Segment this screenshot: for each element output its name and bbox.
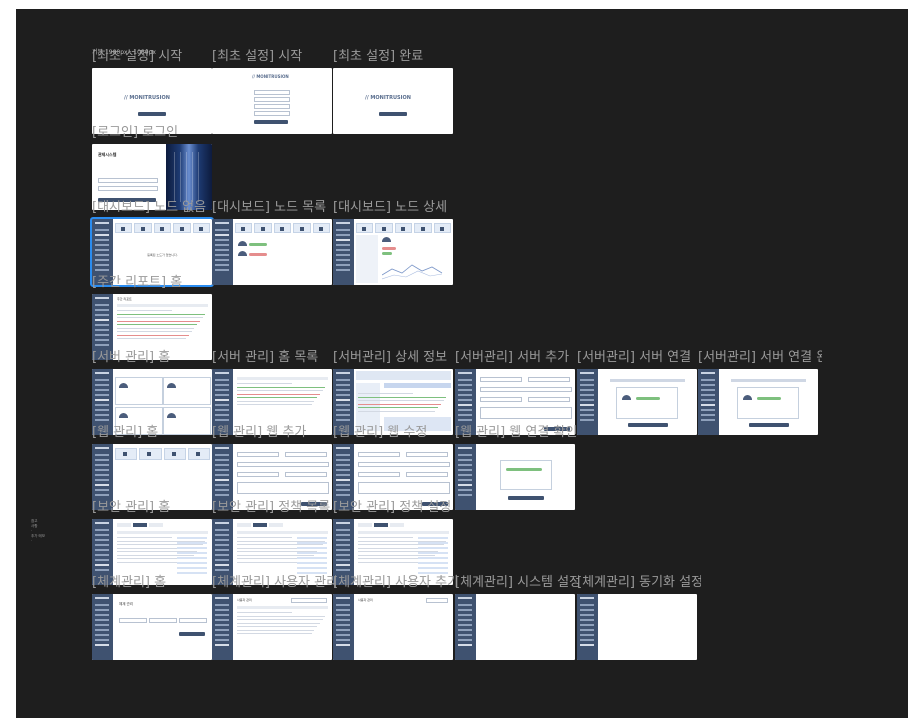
brand-name: MONITRUSION [370, 95, 411, 101]
frame-screen[interactable] [455, 444, 575, 510]
brand-logo: // MONITRUSION [124, 95, 170, 101]
mini-sidebar [455, 444, 476, 510]
frame-label[interactable]: [대시보드] 노드 상세 [333, 199, 457, 217]
mini-sidebar [92, 594, 113, 660]
mini-sidebar [333, 219, 354, 285]
frame-label[interactable]: [웹 관리] 웹 연결 확인 [455, 424, 579, 442]
frame-label[interactable]: [대시보드] 노드 목록 [212, 199, 336, 217]
frame-label[interactable]: [보안 관리] 홈 [92, 499, 216, 517]
frame-label[interactable]: [최초 설정] 시작 [212, 48, 336, 66]
frame-label[interactable]: [웹 관리] 웹 추가 [212, 424, 336, 442]
frame-screen[interactable]: 체계 관리 [92, 594, 212, 660]
frame-label[interactable]: [주간 리포트] 홈 [92, 274, 216, 292]
design-frame-f2[interactable]: [최초 설정] 시작// MONITRUSION [212, 49, 332, 134]
frame-screen[interactable] [455, 594, 575, 660]
frame-screen[interactable] [577, 594, 697, 660]
frame-label[interactable]: [체계관리] 사용자 관리 [212, 574, 336, 592]
frame-screen[interactable] [333, 219, 453, 285]
frame-label[interactable]: [로그인] 로그인 [92, 124, 216, 142]
frame-label[interactable]: [서버관리] 서버 연결 완료 [698, 349, 822, 367]
design-frame-f22[interactable]: [체계관리] 홈 체계 관리 [92, 575, 212, 660]
frame-label[interactable]: [체계관리] 동기화 설정 [577, 574, 701, 592]
frame-label[interactable]: [서버 관리] 홈 목록 [212, 349, 336, 367]
frame-label[interactable]: [서버관리] 상세 정보 [333, 349, 457, 367]
side-note: 참고 사항 · 추가 메모 · [31, 519, 65, 544]
frame-label[interactable]: [웹 관리] 홈 [92, 424, 216, 442]
mini-sidebar [698, 369, 719, 435]
side-note-line: · [31, 539, 33, 543]
frame-screen[interactable]: // MONITRUSION [212, 68, 332, 134]
frame-screen[interactable] [698, 369, 818, 435]
frame-screen[interactable]: // MONITRUSION [333, 68, 453, 134]
brand-logo: // MONITRUSION [365, 95, 411, 101]
design-frame-f14[interactable]: [서버관리] 서버 연결 완료 [698, 350, 822, 435]
frame-screen[interactable] [212, 219, 332, 285]
design-frame-f23[interactable]: [체계관리] 사용자 관리사용자 관리 [212, 575, 336, 660]
mini-sidebar [212, 594, 233, 660]
design-frame-f18[interactable]: [웹 관리] 웹 연결 확인 [455, 425, 577, 510]
mini-sidebar [455, 594, 476, 660]
design-frame-f7[interactable]: [대시보드] 노드 상세 [333, 200, 453, 285]
frame-label[interactable]: [서버관리] 서버 추가 [455, 349, 579, 367]
empty-message: 등록된 노드가 없습니다. [147, 253, 178, 257]
design-frame-f26[interactable]: [체계관리] 동기화 설정 [577, 575, 701, 660]
brand-name: MONITRUSION [129, 95, 170, 101]
brand-name: MONITRUSION [256, 74, 289, 79]
design-frame-f13[interactable]: [서버관리] 서버 연결 [577, 350, 697, 435]
user-mgmt-title: 사용자 관리 [237, 598, 252, 602]
design-frame-f3[interactable]: [최초 설정] 완료// MONITRUSION [333, 49, 453, 134]
mini-sidebar [577, 369, 598, 435]
design-canvas[interactable]: 기본 1900px · 1080px 참고 사항 · 추가 메모 · [최초 설… [16, 9, 908, 718]
frame-screen[interactable] [577, 369, 697, 435]
frame-label[interactable]: [웹 관리] 웹 수정 [333, 424, 457, 442]
frame-label[interactable]: [보안 관리] 정책 목록 [212, 499, 336, 517]
frame-label[interactable]: [최초 설정] 완료 [333, 48, 457, 66]
frame-screen[interactable]: 사용자 관리 [333, 594, 453, 660]
frame-label[interactable]: [서버 관리] 홈 [92, 349, 216, 367]
report-title: 주간 리포트 [117, 297, 132, 301]
frame-label[interactable]: [체계관리] 시스템 설정 [455, 574, 579, 592]
design-frame-f6[interactable]: [대시보드] 노드 목록 [212, 200, 332, 285]
frame-label[interactable]: [체계관리] 사용자 추가 [333, 574, 457, 592]
mini-sidebar [577, 594, 598, 660]
login-title: 관제시스템 [98, 152, 117, 157]
frame-screen[interactable]: 사용자 관리 [212, 594, 332, 660]
frame-label[interactable]: [서버관리] 서버 연결 [577, 349, 701, 367]
frame-label[interactable]: [보안 관리] 정책 설정 [333, 499, 457, 517]
mini-sidebar [333, 594, 354, 660]
frame-label[interactable]: [최초 설정] 시작 [92, 48, 216, 66]
frame-label[interactable]: [대시보드] 노드 없음 [92, 199, 216, 217]
design-frame-f24[interactable]: [체계관리] 사용자 추가사용자 관리 [333, 575, 457, 660]
frame-label[interactable]: [체계관리] 홈 [92, 574, 216, 592]
brand-logo: // MONITRUSION [252, 74, 289, 79]
design-frame-f25[interactable]: [체계관리] 시스템 설정 [455, 575, 579, 660]
system-title: 체계 관리 [119, 602, 133, 606]
user-mgmt-title: 사용자 관리 [358, 598, 373, 602]
